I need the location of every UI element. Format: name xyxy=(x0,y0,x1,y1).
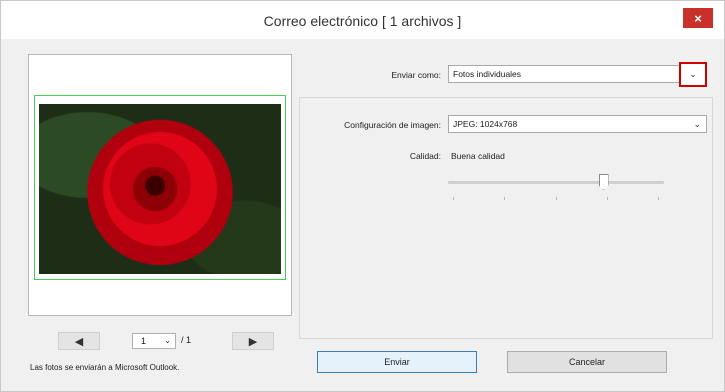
next-button[interactable]: ▶ xyxy=(232,332,274,350)
send-as-value: Fotos individuales xyxy=(453,69,522,79)
window-title: Correo electrónico [ 1 archivos ] xyxy=(263,13,462,29)
send-as-dropdown[interactable]: Fotos individuales xyxy=(448,65,680,83)
photo-preview-panel xyxy=(28,54,292,316)
rose-photo-thumbnail xyxy=(39,104,281,274)
image-settings-panel xyxy=(299,97,713,339)
quality-slider-track[interactable] xyxy=(448,181,664,184)
email-dialog: Correo electrónico [ 1 archivos ] × ◀ 1 … xyxy=(0,0,725,392)
outlook-note: Las fotos se enviarán a Microsoft Outloo… xyxy=(30,363,180,372)
page-total: / 1 xyxy=(181,335,192,345)
image-config-dropdown[interactable]: JPEG: 1024x768 ⌄ xyxy=(448,115,707,133)
send-as-label: Enviar como: xyxy=(391,70,441,80)
previous-button[interactable]: ◀ xyxy=(58,332,100,350)
slider-tick xyxy=(607,197,608,200)
previous-arrow-icon: ◀ xyxy=(74,335,84,348)
preview-navigation: ◀ 1 ⌄ / 1 ▶ xyxy=(28,332,292,352)
image-config-value: JPEG: 1024x768 xyxy=(453,119,518,129)
chevron-down-icon: ⌄ xyxy=(693,119,701,129)
slider-tick xyxy=(658,197,659,200)
send-as-dropdown-button[interactable]: ⌄ xyxy=(679,62,707,87)
slider-tick xyxy=(556,197,557,200)
slider-tick xyxy=(504,197,505,200)
slider-tick xyxy=(453,197,454,200)
quality-value: Buena calidad xyxy=(451,151,505,161)
chevron-down-icon: ⌄ xyxy=(164,336,171,345)
send-button[interactable]: Enviar xyxy=(317,351,477,373)
image-config-label: Configuración de imagen: xyxy=(344,120,441,130)
cancel-button[interactable]: Cancelar xyxy=(507,351,667,373)
close-button[interactable]: × xyxy=(683,8,713,28)
next-arrow-icon: ▶ xyxy=(248,335,258,348)
page-current: 1 xyxy=(141,336,147,346)
page-select[interactable]: 1 ⌄ xyxy=(132,333,176,349)
photo-selection-frame xyxy=(34,95,286,280)
quality-label: Calidad: xyxy=(409,151,441,161)
chevron-down-icon: ⌄ xyxy=(689,69,697,79)
title-bar: Correo electrónico [ 1 archivos ] × xyxy=(1,1,724,39)
close-icon: × xyxy=(694,10,702,26)
